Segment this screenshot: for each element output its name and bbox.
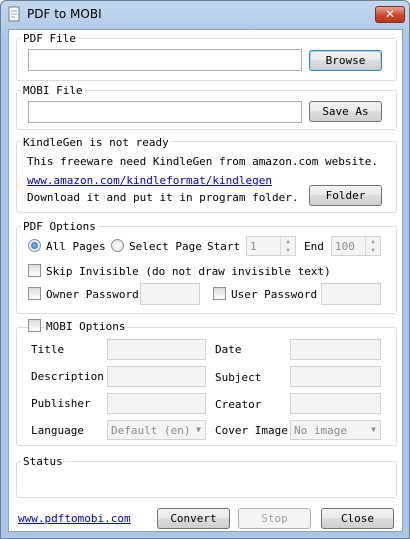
mobi-options-label[interactable]: MOBI Options: [44, 320, 128, 333]
end-page-value: 100: [335, 240, 355, 253]
stop-button[interactable]: Stop: [238, 508, 311, 529]
client-area: PDF File Browse MOBI File Save As Kindle…: [8, 29, 403, 532]
pdf-file-input[interactable]: [28, 49, 302, 71]
user-password-checkbox[interactable]: [213, 287, 226, 300]
creator-input[interactable]: [290, 393, 381, 414]
kindlegen-status-label: KindleGen is not ready: [21, 136, 171, 149]
browse-button[interactable]: Browse: [309, 50, 382, 71]
start-page-value: 1: [250, 240, 257, 253]
kindlegen-instruction-text: Download it and put it in program folder…: [27, 191, 299, 204]
owner-password-checkbox[interactable]: [28, 287, 41, 300]
close-button[interactable]: Close: [321, 508, 394, 529]
date-label: Date: [215, 343, 242, 356]
end-page-stepper[interactable]: 100 ▲ ▼: [331, 236, 381, 256]
owner-password-input[interactable]: [140, 283, 200, 305]
all-pages-radio[interactable]: [28, 239, 41, 252]
publisher-label: Publisher: [31, 397, 91, 410]
mobi-file-input[interactable]: [28, 101, 302, 123]
title-bar[interactable]: PDF to MOBI ✕: [1, 1, 409, 29]
convert-button[interactable]: Convert: [157, 508, 230, 529]
publisher-input[interactable]: [107, 393, 206, 414]
mobi-file-label: MOBI File: [21, 84, 85, 97]
owner-password-label[interactable]: Owner Password: [46, 288, 139, 301]
cover-image-value: No image: [294, 424, 347, 437]
pdf-options-label: PDF Options: [21, 220, 98, 233]
language-value: Default (en): [111, 424, 191, 437]
app-document-icon: [8, 6, 20, 22]
start-down-icon[interactable]: ▼: [281, 246, 295, 255]
kindlegen-info-text: This freeware need KindleGen from amazon…: [27, 155, 378, 168]
skip-invisible-label[interactable]: Skip Invisible (do not draw invisible te…: [46, 265, 331, 278]
end-down-icon[interactable]: ▼: [366, 246, 380, 255]
cover-image-label: Cover Image: [215, 424, 288, 437]
title-label: Title: [31, 343, 65, 356]
skip-invisible-checkbox[interactable]: [28, 264, 41, 277]
language-select[interactable]: Default (en) ▼: [107, 420, 206, 440]
website-link[interactable]: www.pdftomobi.com: [18, 512, 131, 525]
user-password-input[interactable]: [321, 283, 381, 305]
start-page-stepper[interactable]: 1 ▲ ▼: [246, 236, 296, 256]
start-label: Start: [207, 240, 241, 253]
cover-image-select[interactable]: No image ▼: [290, 420, 381, 440]
window-close-button[interactable]: ✕: [375, 6, 405, 23]
window-title: PDF to MOBI: [27, 7, 102, 21]
subject-input[interactable]: [290, 366, 381, 387]
pdf-file-label: PDF File: [21, 32, 78, 45]
language-chevron-down-icon: ▼: [196, 425, 201, 434]
user-password-label[interactable]: User Password: [231, 288, 317, 301]
select-page-radio[interactable]: [111, 239, 124, 252]
date-input[interactable]: [290, 339, 381, 360]
description-input[interactable]: [107, 366, 206, 387]
kindlegen-download-link[interactable]: www.amazon.com/kindleformat/kindlegen: [27, 174, 272, 187]
start-up-icon[interactable]: ▲: [281, 237, 295, 246]
mobi-options-checkbox[interactable]: [28, 319, 41, 332]
subject-label: Subject: [215, 371, 262, 384]
cover-chevron-down-icon: ▼: [371, 425, 376, 434]
status-label: Status: [21, 455, 65, 468]
language-label: Language: [31, 424, 84, 437]
title-input[interactable]: [107, 339, 206, 360]
all-pages-label[interactable]: All Pages: [46, 240, 106, 253]
save-as-button[interactable]: Save As: [309, 101, 382, 122]
description-label: Description: [31, 370, 104, 383]
end-up-icon[interactable]: ▲: [366, 237, 380, 246]
app-window: PDF to MOBI ✕ PDF File Browse MOBI File …: [0, 0, 410, 539]
folder-button[interactable]: Folder: [309, 185, 382, 206]
select-page-label[interactable]: Select Page: [129, 240, 202, 253]
status-group: [16, 461, 397, 498]
creator-label: Creator: [215, 398, 262, 411]
end-label: End: [304, 240, 324, 253]
